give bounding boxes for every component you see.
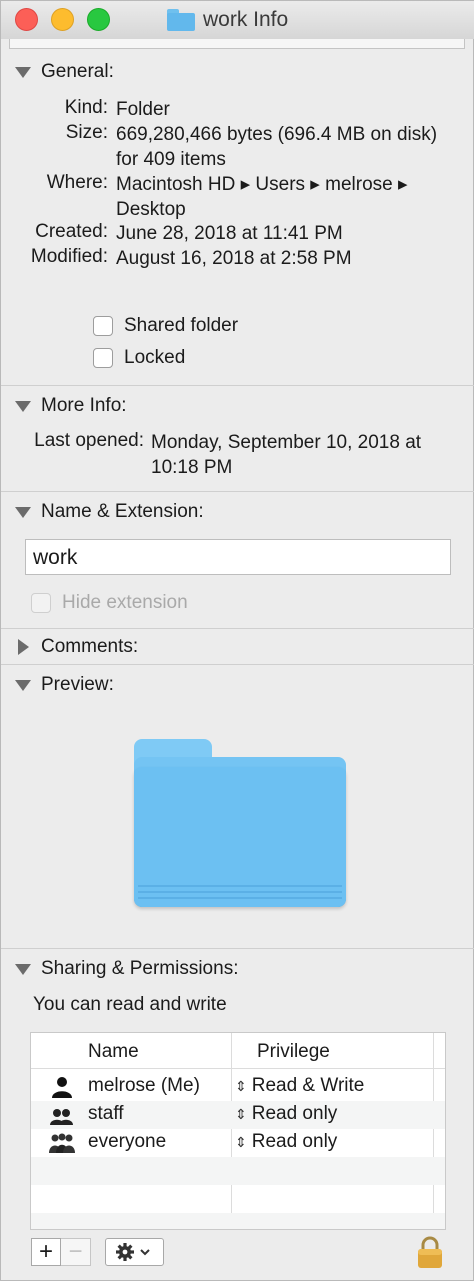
header-strip — [9, 39, 465, 49]
section-general-toggle[interactable]: General: — [15, 61, 114, 83]
table-row[interactable]: everyone ⇕ Read only — [31, 1129, 445, 1157]
add-remove-buttons: + − — [31, 1238, 91, 1266]
permissions-table: Name Privilege melrose (Me) ⇕ Read & Wri… — [30, 1032, 446, 1230]
section-sharing-title: Sharing & Permissions: — [41, 958, 239, 979]
updown-arrows-icon: ⇕ — [235, 1134, 247, 1150]
disclosure-down-icon — [15, 66, 31, 78]
hide-extension-label: Hide extension — [62, 592, 188, 613]
shared-folder-checkbox-row[interactable]: Shared folder — [93, 315, 238, 337]
table-row[interactable]: staff ⇕ Read only — [31, 1101, 445, 1129]
disclosure-right-icon — [18, 639, 29, 655]
last-opened-value: Monday, September 10, 2018 at 10:18 PM — [151, 432, 422, 478]
section-comments-title: Comments: — [41, 636, 139, 657]
hide-extension-checkbox-row[interactable]: Hide extension — [31, 592, 188, 614]
disclosure-down-icon — [15, 506, 31, 518]
created-label: Created: — [35, 221, 108, 242]
section-more-info-title: More Info: — [41, 395, 127, 416]
divider — [1, 491, 474, 492]
minimize-button[interactable] — [51, 8, 74, 31]
privilege-popup[interactable]: ⇕ Read & Write — [235, 1075, 364, 1097]
modified-label: Modified: — [30, 246, 108, 267]
window-title-group: work Info — [167, 5, 288, 35]
section-preview-title: Preview: — [41, 674, 114, 695]
close-button[interactable] — [15, 8, 38, 31]
info-window: work Info General: Kind: Folder Size: 66… — [0, 0, 474, 1281]
divider — [1, 664, 474, 665]
section-more-info-toggle[interactable]: More Info: — [15, 395, 127, 417]
locked-checkbox[interactable] — [93, 348, 113, 368]
locked-checkbox-row[interactable]: Locked — [93, 347, 185, 369]
where-label: Where: — [46, 172, 108, 193]
kind-row: Kind: Folder — [1, 97, 446, 122]
disclosure-down-icon — [15, 400, 31, 412]
user-name: staff — [88, 1103, 124, 1124]
shared-folder-label: Shared folder — [124, 315, 239, 336]
locked-label: Locked — [124, 347, 186, 368]
last-opened-label: Last opened: — [34, 430, 144, 451]
name-field[interactable]: work — [25, 539, 451, 575]
divider — [1, 948, 474, 949]
disclosure-down-icon — [15, 963, 31, 975]
empty-row — [31, 1185, 445, 1213]
action-menu-button[interactable] — [105, 1238, 164, 1266]
divider — [1, 385, 474, 386]
section-comments-toggle[interactable]: Comments: — [15, 636, 138, 658]
last-opened-row: Last opened: Monday, September 10, 2018 … — [1, 430, 441, 480]
modified-value: August 16, 2018 at 2:58 PM — [116, 248, 352, 269]
hide-extension-checkbox[interactable] — [31, 593, 51, 613]
section-name-extension-toggle[interactable]: Name & Extension: — [15, 501, 204, 523]
user-name: melrose (Me) — [88, 1075, 200, 1096]
empty-row — [31, 1213, 445, 1229]
created-row: Created: June 28, 2018 at 11:41 PM — [1, 221, 446, 246]
modified-row: Modified: August 16, 2018 at 2:58 PM — [1, 246, 446, 271]
where-value: Macintosh HD ▸ Users ▸ melrose ▸ Desktop — [116, 174, 408, 220]
section-sharing-toggle[interactable]: Sharing & Permissions: — [15, 958, 238, 980]
section-preview-toggle[interactable]: Preview: — [15, 674, 114, 696]
permission-summary: You can read and write — [33, 994, 227, 1015]
privilege-value: Read & Write — [251, 1075, 365, 1096]
title-bar: work Info — [1, 1, 474, 39]
size-row: Size: 669,280,466 bytes (696.4 MB on dis… — [1, 122, 446, 172]
privilege-popup[interactable]: ⇕ Read only — [235, 1103, 337, 1125]
shared-folder-checkbox[interactable] — [93, 316, 113, 336]
window-title: work Info — [203, 8, 289, 31]
section-general-title: General: — [41, 61, 114, 82]
folder-icon — [167, 9, 195, 31]
privilege-value: Read only — [251, 1131, 338, 1152]
where-row: Where: Macintosh HD ▸ Users ▸ melrose ▸ … — [1, 172, 441, 222]
disclosure-down-icon — [15, 679, 31, 691]
kind-label: Kind: — [64, 97, 108, 118]
zoom-button[interactable] — [87, 8, 110, 31]
kind-value: Folder — [116, 99, 170, 120]
group-icon — [50, 1109, 73, 1125]
updown-arrows-icon: ⇕ — [235, 1078, 247, 1094]
single-user-icon — [52, 1077, 72, 1098]
permissions-table-header: Name Privilege — [31, 1033, 445, 1069]
lock-icon[interactable] — [416, 1235, 444, 1269]
gear-icon — [115, 1243, 150, 1261]
table-row[interactable]: melrose (Me) ⇕ Read & Write — [31, 1073, 445, 1101]
column-header-privilege[interactable]: Privilege — [257, 1041, 330, 1063]
privilege-value: Read only — [251, 1103, 338, 1124]
divider — [1, 628, 474, 629]
empty-row — [31, 1157, 445, 1185]
size-value: 669,280,466 bytes (696.4 MB on disk) for… — [116, 124, 438, 170]
privilege-popup[interactable]: ⇕ Read only — [235, 1131, 337, 1153]
section-name-extension-title: Name & Extension: — [41, 501, 204, 522]
created-value: June 28, 2018 at 11:41 PM — [116, 223, 343, 244]
size-label: Size: — [65, 122, 108, 143]
remove-user-button[interactable]: − — [61, 1238, 91, 1266]
everyone-icon — [49, 1133, 75, 1153]
column-header-name[interactable]: Name — [88, 1041, 139, 1063]
user-name: everyone — [88, 1131, 167, 1152]
folder-preview-icon — [134, 739, 346, 907]
add-user-button[interactable]: + — [31, 1238, 61, 1266]
updown-arrows-icon: ⇕ — [235, 1106, 247, 1122]
